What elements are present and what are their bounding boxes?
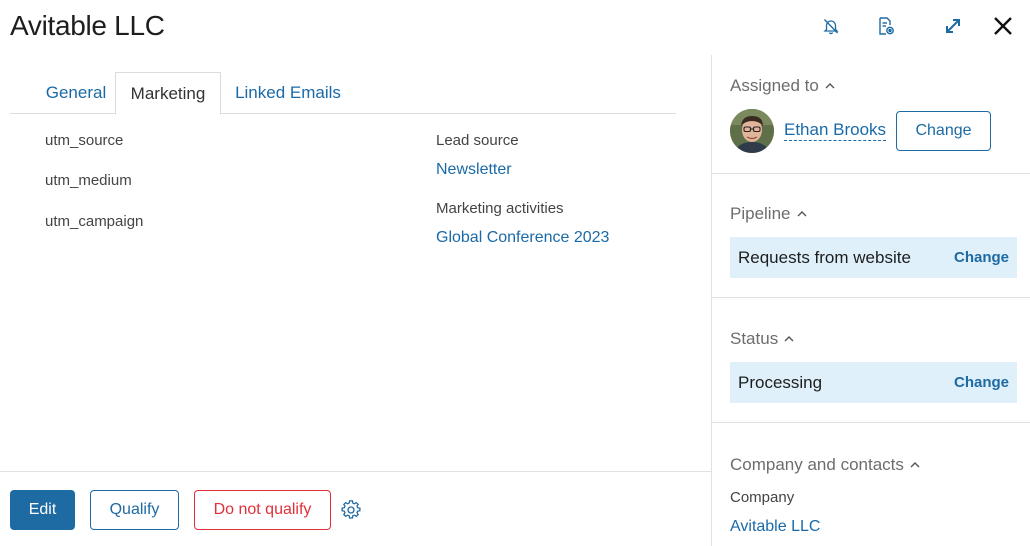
page-title: Avitable LLC (10, 10, 165, 41)
pipeline-heading[interactable]: Pipeline (730, 204, 807, 224)
edit-button[interactable]: Edit (10, 490, 75, 530)
document-settings-icon[interactable] (873, 12, 899, 40)
company-label: Company (730, 489, 795, 506)
qualify-button[interactable]: Qualify (90, 490, 179, 530)
chevron-up-icon (825, 81, 835, 92)
sidebar-panel: Assigned to Ethan Brooks Change Pipeline (711, 55, 1030, 546)
utm-medium-label: utm_medium (45, 172, 132, 189)
change-status-button[interactable]: Change (954, 362, 1009, 403)
divider (712, 173, 1030, 174)
chevron-up-icon (784, 334, 794, 345)
chevron-up-icon (797, 209, 807, 220)
status-value-bar: Processing Change (730, 362, 1017, 403)
status-heading[interactable]: Status (730, 329, 794, 349)
divider (712, 422, 1030, 423)
marketing-activity-link[interactable]: Global Conference 2023 (436, 229, 609, 247)
bell-off-icon[interactable] (818, 12, 844, 40)
pipeline-value: Requests from website (738, 248, 911, 267)
close-icon[interactable] (990, 12, 1016, 40)
tab-bar: General Marketing Linked Emails (10, 72, 676, 115)
chevron-up-icon (910, 460, 920, 471)
utm-campaign-label: utm_campaign (45, 213, 144, 230)
change-pipeline-button[interactable]: Change (954, 237, 1009, 278)
do-not-qualify-button[interactable]: Do not qualify (194, 490, 331, 530)
footer-divider (0, 471, 711, 472)
change-assignee-button[interactable]: Change (896, 111, 991, 151)
expand-icon[interactable] (940, 12, 966, 40)
assigned-heading[interactable]: Assigned to (730, 76, 835, 96)
tab-linked-emails[interactable]: Linked Emails (228, 72, 348, 114)
pipeline-heading-label: Pipeline (730, 204, 791, 223)
tab-marketing[interactable]: Marketing (115, 72, 221, 115)
company-link[interactable]: Avitable LLC (730, 518, 820, 536)
marketing-activities-label: Marketing activities (436, 200, 564, 217)
company-heading[interactable]: Company and contacts (730, 455, 920, 475)
lead-source-label: Lead source (436, 132, 519, 149)
avatar (730, 109, 774, 153)
utm-source-label: utm_source (45, 132, 124, 149)
pipeline-value-bar: Requests from website Change (730, 237, 1017, 278)
lead-source-link[interactable]: Newsletter (436, 161, 512, 179)
gear-icon[interactable] (341, 500, 361, 520)
tab-general[interactable]: General (30, 72, 122, 114)
assigned-heading-label: Assigned to (730, 76, 819, 95)
divider (712, 297, 1030, 298)
status-value: Processing (738, 373, 823, 392)
status-heading-label: Status (730, 329, 779, 348)
assignee-link[interactable]: Ethan Brooks (784, 120, 887, 141)
company-heading-label: Company and contacts (730, 455, 904, 474)
assigned-section: Assigned to Ethan Brooks Change (712, 55, 1030, 175)
